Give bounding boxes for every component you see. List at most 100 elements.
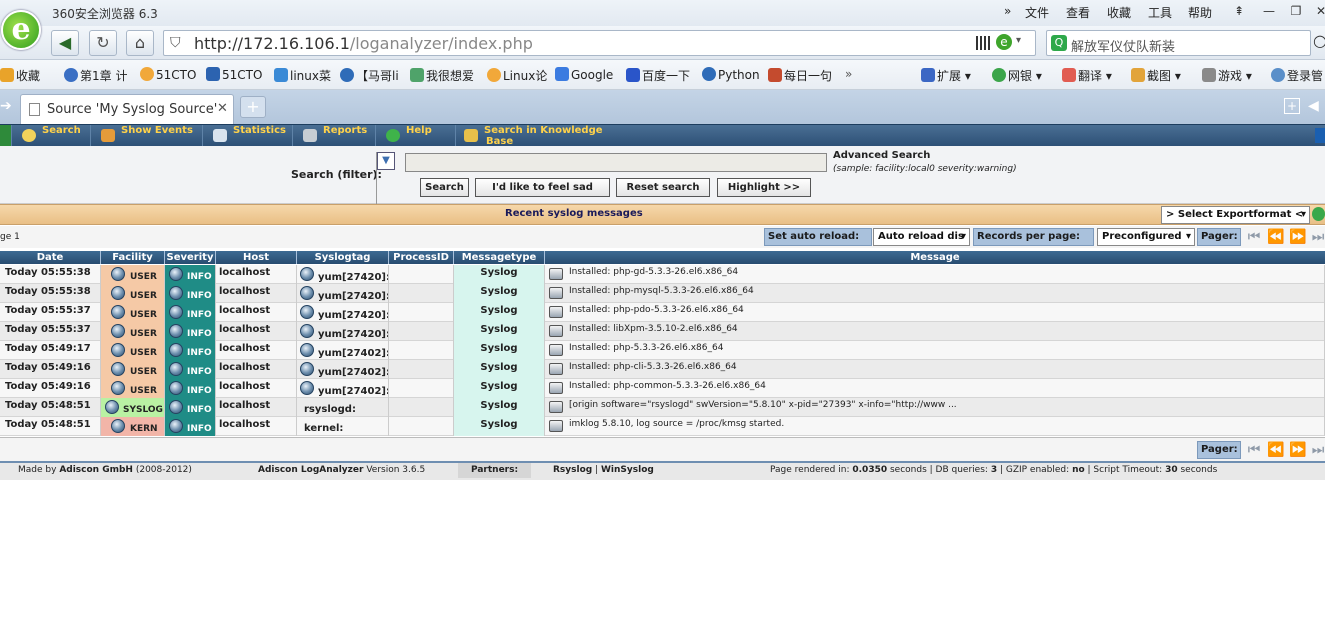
filter-globe-icon[interactable]	[169, 362, 183, 376]
cell-host[interactable]: localhost	[216, 284, 297, 303]
last-page-icon[interactable]: ⏭	[1308, 228, 1325, 246]
cell-processid[interactable]	[389, 379, 454, 398]
extension-item[interactable]: 登录管	[1271, 67, 1323, 84]
filter-globe-icon[interactable]	[111, 267, 125, 281]
close-icon[interactable]: ✕	[1310, 2, 1325, 20]
first-page-icon[interactable]: ⏮	[1244, 441, 1264, 459]
bookmark-item[interactable]: 第1章 计	[64, 67, 127, 84]
cell-message[interactable]: Installed: php-gd-5.3.3-26.el6.x86_64	[545, 265, 1325, 284]
cell-syslogtag[interactable]: yum[27402]:	[297, 360, 389, 379]
cell-message[interactable]: [origin software="rsyslogd" swVersion="5…	[545, 398, 1325, 417]
cell-date[interactable]: Today 05:49:16	[0, 360, 101, 379]
reset-search-button[interactable]: Reset search	[616, 178, 710, 197]
cell-host[interactable]: localhost	[216, 303, 297, 322]
search-box[interactable]: Q 解放军仪仗队新装	[1046, 30, 1311, 56]
filter-globe-icon[interactable]	[111, 381, 125, 395]
table-row[interactable]: Today 05:55:37 USER INFO localhost yum[27420…	[0, 303, 1325, 322]
cell-facility[interactable]: KERN	[101, 417, 165, 436]
menu-file[interactable]: 文件	[1025, 4, 1049, 21]
filter-globe-icon[interactable]	[105, 400, 119, 414]
cell-severity[interactable]: INFO	[165, 379, 216, 398]
cell-severity[interactable]: INFO	[165, 417, 216, 436]
cell-processid[interactable]	[389, 341, 454, 360]
cell-syslogtag[interactable]: yum[27402]:	[297, 379, 389, 398]
filter-globe-icon[interactable]	[169, 419, 183, 433]
bookmark-item[interactable]: Google	[555, 67, 613, 82]
message-detail-icon[interactable]	[549, 325, 563, 337]
cell-syslogtag[interactable]: kernel:	[297, 417, 389, 436]
cell-host[interactable]: localhost	[216, 341, 297, 360]
cell-severity[interactable]: INFO	[165, 303, 216, 322]
bookmark-item[interactable]: 我很想爱	[410, 67, 474, 84]
header-severity[interactable]: Severity	[165, 251, 216, 264]
search-button[interactable]: Search	[420, 178, 469, 197]
chevron-right-icon[interactable]: »	[845, 67, 852, 81]
search-engine-icon[interactable]: Q	[1051, 35, 1067, 51]
tab-list-icon[interactable]: +	[1284, 98, 1300, 114]
search-input[interactable]: 解放军仪仗队新装	[1071, 36, 1175, 55]
filter-globe-icon[interactable]	[300, 381, 314, 395]
cell-messagetype[interactable]: Syslog	[454, 265, 545, 284]
cell-syslogtag[interactable]: yum[27420]:	[297, 284, 389, 303]
menu-help[interactable]: Help	[376, 125, 456, 147]
header-message[interactable]: Message	[545, 251, 1325, 264]
cell-message[interactable]: Installed: libXpm-3.5.10-2.el6.x86_64	[545, 322, 1325, 341]
menu-help[interactable]: 帮助	[1188, 4, 1212, 21]
cell-severity[interactable]: INFO	[165, 341, 216, 360]
filter-globe-icon[interactable]	[169, 324, 183, 338]
cell-message[interactable]: Installed: php-cli-5.3.3-26.el6.x86_64	[545, 360, 1325, 379]
chevron-right-icon[interactable]: »	[1004, 4, 1011, 18]
cell-message[interactable]: Installed: php-5.3.3-26.el6.x86_64	[545, 341, 1325, 360]
bookmark-item[interactable]: Linux论	[487, 67, 547, 84]
qrcode-icon[interactable]	[976, 36, 990, 50]
export-go-icon[interactable]	[1312, 207, 1325, 221]
header-host[interactable]: Host	[216, 251, 297, 264]
filter-globe-icon[interactable]	[300, 286, 314, 300]
filter-globe-icon[interactable]	[169, 305, 183, 319]
partner-rsyslog-link[interactable]: Rsyslog	[553, 465, 592, 475]
table-row[interactable]: Today 05:55:37 USER INFO localhost yum[27420…	[0, 322, 1325, 341]
message-detail-icon[interactable]	[549, 382, 563, 394]
maximize-icon[interactable]: ❐	[1285, 2, 1307, 20]
menu-reports[interactable]: Reports	[293, 125, 376, 147]
first-page-icon[interactable]: ⏮	[1244, 228, 1264, 246]
chevron-down-icon[interactable]: ▾	[1016, 35, 1021, 46]
cell-syslogtag[interactable]: yum[27420]:	[297, 265, 389, 284]
extension-item[interactable]: 扩展 ▾	[921, 67, 971, 84]
table-row[interactable]: Today 05:49:16 USER INFO localhost yum[27402…	[0, 360, 1325, 379]
table-row[interactable]: Today 05:55:38 USER INFO localhost yum[27420…	[0, 265, 1325, 284]
home-button[interactable]: ⌂	[126, 30, 154, 56]
cell-date[interactable]: Today 05:55:38	[0, 284, 101, 303]
cell-severity[interactable]: INFO	[165, 398, 216, 417]
header-date[interactable]: Date	[0, 251, 101, 264]
prev-page-icon[interactable]: ⏪	[1266, 228, 1286, 246]
menu-knowledge-base[interactable]: Search in Knowledge Base	[456, 125, 631, 147]
table-row[interactable]: Today 05:55:38 USER INFO localhost yum[27420…	[0, 284, 1325, 303]
cell-messagetype[interactable]: Syslog	[454, 322, 545, 341]
cell-facility[interactable]: USER	[101, 265, 165, 284]
filter-globe-icon[interactable]	[169, 286, 183, 300]
company-link[interactable]: Adiscon GmbH	[59, 465, 133, 475]
highlight-button[interactable]: Highlight >>	[717, 178, 811, 197]
menu-favorites[interactable]: 收藏	[1107, 4, 1131, 21]
bookmark-item[interactable]: 51CTO	[206, 67, 262, 82]
message-detail-icon[interactable]	[549, 287, 563, 299]
filter-globe-icon[interactable]	[300, 324, 314, 338]
extension-item[interactable]: 网银 ▾	[992, 67, 1042, 84]
filter-globe-icon[interactable]	[169, 343, 183, 357]
cell-facility[interactable]: USER	[101, 341, 165, 360]
message-detail-icon[interactable]	[549, 420, 563, 432]
search-icon[interactable]: ○	[1313, 31, 1325, 50]
cell-host[interactable]: localhost	[216, 398, 297, 417]
bookmark-item[interactable]: Python	[702, 67, 760, 82]
cell-facility[interactable]: USER	[101, 322, 165, 341]
cell-processid[interactable]	[389, 398, 454, 417]
cell-host[interactable]: localhost	[216, 265, 297, 284]
search-input[interactable]	[405, 153, 827, 172]
filter-globe-icon[interactable]	[300, 267, 314, 281]
next-page-icon[interactable]: ⏩	[1288, 228, 1308, 246]
cell-severity[interactable]: INFO	[165, 360, 216, 379]
back-button[interactable]: ◀	[51, 30, 79, 56]
cell-messagetype[interactable]: Syslog	[454, 417, 545, 436]
message-detail-icon[interactable]	[549, 268, 563, 280]
